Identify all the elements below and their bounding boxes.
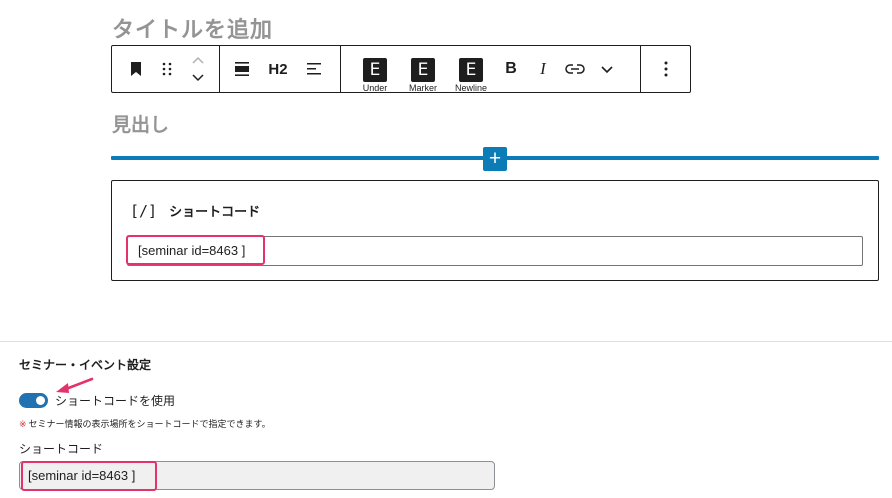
toggle-switch[interactable]: [19, 393, 48, 408]
bookmark-icon[interactable]: [120, 46, 151, 92]
plus-icon[interactable]: +: [483, 147, 507, 171]
under-label: Under: [362, 83, 388, 93]
toolbar-group-options: [641, 46, 690, 92]
text-align-icon[interactable]: [298, 46, 330, 92]
help-note: ※ セミナー情報の表示場所をショートコードで指定できます。: [19, 417, 271, 430]
newline-format-button[interactable]: E Newline: [447, 46, 495, 93]
highlight-box: [126, 235, 265, 265]
align-wide-icon[interactable]: [226, 46, 258, 92]
shortcode-block: [/] ショートコード [seminar id=8463 ]: [111, 180, 879, 281]
post-title-placeholder[interactable]: タイトルを追加: [112, 12, 273, 44]
drag-handle-icon[interactable]: [151, 46, 182, 92]
toggle-label: ショートコードを使用: [55, 394, 176, 408]
heading-level-label: H2: [268, 60, 288, 78]
shortcode-block-header: [/] ショートコード: [130, 201, 261, 221]
under-format-button[interactable]: E Under: [351, 46, 399, 93]
move-up-down-icon[interactable]: [182, 46, 213, 92]
marker-label: Marker: [408, 83, 437, 93]
newline-label: Newline: [454, 83, 487, 93]
italic-button[interactable]: I: [527, 46, 559, 92]
bold-button[interactable]: B: [495, 46, 527, 92]
note-text: セミナー情報の表示場所をショートコードで指定できます。: [28, 420, 271, 430]
shortcode-icon: [/]: [130, 201, 158, 220]
shortcode-field-label: ショートコード: [19, 442, 104, 456]
italic-icon: I: [540, 59, 546, 78]
block-toolbar: H2 E Under E Marker E Newline B I: [111, 45, 691, 93]
e-icon: E: [363, 58, 387, 82]
toolbar-group-block: [112, 46, 220, 92]
link-icon[interactable]: [559, 46, 591, 92]
chevron-down-icon[interactable]: [591, 46, 623, 92]
bold-icon: B: [505, 60, 517, 77]
heading-placeholder[interactable]: 見出し: [112, 110, 169, 137]
shortcode-toggle-row[interactable]: ショートコードを使用: [19, 392, 175, 409]
shortcode-block-title: ショートコード: [169, 205, 261, 220]
e-icon: E: [411, 58, 435, 82]
e-icon: E: [459, 58, 483, 82]
toolbar-group-format: H2: [220, 46, 341, 92]
highlight-box: [21, 461, 157, 491]
heading-level-button[interactable]: H2: [258, 46, 298, 92]
marker-format-button[interactable]: E Marker: [399, 46, 447, 93]
more-options-icon[interactable]: [650, 46, 682, 92]
panel-title: セミナー・イベント設定: [19, 358, 152, 372]
note-asterisk: ※: [19, 420, 27, 430]
toolbar-group-inline: E Under E Marker E Newline B I: [341, 46, 641, 93]
panel-divider: [0, 341, 892, 342]
